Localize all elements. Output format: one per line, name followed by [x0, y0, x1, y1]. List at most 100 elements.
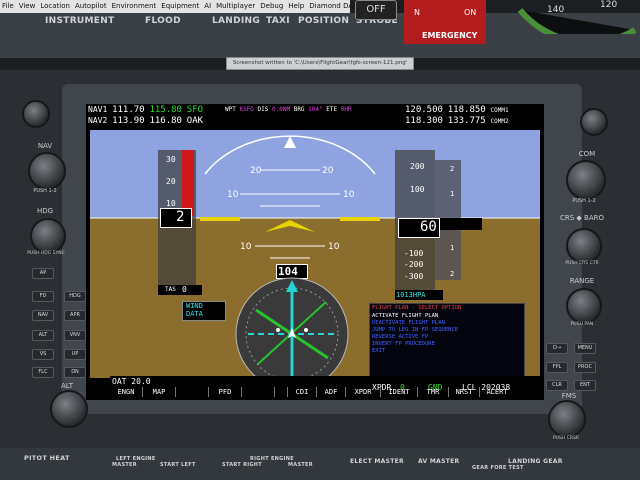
- fms-knob[interactable]: [548, 400, 586, 438]
- softkey-blank[interactable]: [176, 387, 209, 397]
- tas-label: TAS: [165, 286, 176, 293]
- clr-button[interactable]: CLR: [546, 380, 568, 391]
- softkey-blank[interactable]: [275, 387, 288, 397]
- direct-to-button[interactable]: D→: [546, 343, 568, 354]
- hdg-button[interactable]: HDG: [64, 291, 86, 302]
- softkey-map[interactable]: MAP: [143, 387, 176, 397]
- com1-active-freq[interactable]: 120.500: [405, 105, 443, 115]
- hdg-push-label: PUSH HDG SYNC: [27, 251, 65, 256]
- apr-button[interactable]: APR: [64, 310, 86, 321]
- softkey-engn[interactable]: ENGN: [110, 387, 143, 397]
- alt-knob[interactable]: [50, 390, 88, 428]
- nav-knob-label: NAV: [37, 142, 53, 150]
- nav1-ident: SFO: [186, 105, 204, 115]
- softkey-blank[interactable]: [242, 387, 275, 397]
- crs-baro-knob[interactable]: [566, 228, 602, 264]
- fd-button[interactable]: FD: [32, 291, 54, 302]
- fp-menu-activate[interactable]: ACTIVATE FLIGHT PLAN: [372, 313, 438, 319]
- brg-value: 104°: [308, 106, 323, 113]
- com-volume-knob[interactable]: [580, 108, 608, 136]
- softkey-cdi[interactable]: CDI: [288, 387, 317, 397]
- menu-view[interactable]: View: [19, 2, 36, 10]
- strobe-switch[interactable]: OFF: [355, 0, 397, 20]
- altitude-tick: 200: [410, 162, 425, 171]
- menu-environment[interactable]: Environment: [112, 2, 157, 10]
- vnv-button[interactable]: VNV: [64, 330, 86, 341]
- airspeed-tick: 30: [166, 155, 176, 164]
- dn-button[interactable]: DN: [64, 367, 86, 378]
- nav2-active-freq[interactable]: 113.90: [112, 116, 145, 126]
- menu-debug[interactable]: Debug: [260, 2, 283, 10]
- airspeed-tick: 10: [166, 199, 176, 208]
- nav-button[interactable]: NAV: [32, 310, 54, 321]
- vsi-tick: 1: [450, 244, 455, 252]
- menu-location[interactable]: Location: [40, 2, 70, 10]
- menu-equipment[interactable]: Equipment: [161, 2, 199, 10]
- baro-setting[interactable]: 1013HPA: [396, 291, 426, 299]
- menu-ai[interactable]: AI: [204, 2, 211, 10]
- softkey-pfd[interactable]: PFD: [209, 387, 242, 397]
- nav-push-label: PUSH 1-2: [33, 188, 57, 194]
- menu-bar: File View Location Autopilot Environment Equi…: [0, 0, 350, 13]
- gauge-tick: 140: [547, 5, 564, 15]
- vsi-pointer: [440, 218, 482, 230]
- fp-menu-option[interactable]: EXIT: [372, 348, 385, 354]
- up-button[interactable]: UP: [64, 349, 86, 360]
- fms-push-label: PUSH CRSR: [553, 436, 579, 441]
- right-master-label: MASTER: [288, 462, 313, 468]
- wpt-value: KSFO: [239, 106, 254, 113]
- softkey-ident[interactable]: IDENT: [381, 387, 418, 397]
- emergency-switch-panel[interactable]: N ON EMERGENCY: [404, 0, 486, 44]
- fp-menu-option[interactable]: JUMP TO LEG IN FP SEQUENCE: [372, 327, 458, 333]
- instrument-switch-label: INSTRUMENT: [45, 16, 115, 26]
- volume-knob[interactable]: [22, 100, 50, 128]
- menu-help[interactable]: Help: [288, 2, 304, 10]
- softkey-tmr[interactable]: TMR: [418, 387, 449, 397]
- fp-menu-option[interactable]: DEACTIVATE FLIGHT PLAN: [372, 320, 445, 326]
- hdg-knob-label: HDG: [36, 207, 54, 215]
- com2-active-freq[interactable]: 118.300: [405, 116, 443, 126]
- nav2-standby-freq[interactable]: 116.80: [149, 116, 182, 126]
- menu-aircraft[interactable]: Diamond DA 42 Twin Star: [309, 2, 350, 10]
- alt-button[interactable]: ALT: [32, 330, 54, 341]
- menu-multiplayer[interactable]: Multiplayer: [216, 2, 255, 10]
- emergency-n-label: N: [414, 8, 420, 17]
- altitude-tick: -300: [404, 272, 424, 281]
- softkey-nrst[interactable]: NRST: [449, 387, 480, 397]
- ent-button[interactable]: ENT: [574, 380, 596, 391]
- nav-knob[interactable]: [28, 152, 66, 190]
- emergency-on-label: ON: [464, 8, 477, 17]
- airspeed-gauge: 140 120: [517, 0, 637, 34]
- oat-readout: OAT 20.0: [112, 377, 151, 386]
- softkey-xpdr[interactable]: XPDR: [346, 387, 381, 397]
- flc-button[interactable]: FLC: [32, 367, 54, 378]
- com1-standby-freq[interactable]: 118.850: [448, 105, 486, 115]
- menu-file[interactable]: File: [2, 2, 14, 10]
- fms-knob-label: FMS: [561, 392, 577, 400]
- vs-button[interactable]: VS: [32, 349, 54, 360]
- ap-button[interactable]: AP: [32, 268, 54, 279]
- softkey-adf[interactable]: ADF: [317, 387, 346, 397]
- flood-switch-label: FLOOD: [145, 16, 181, 26]
- nav1-row: NAV1 111.70 115.80 SFO: [88, 105, 203, 115]
- nav1-active-freq[interactable]: 111.70: [112, 105, 145, 115]
- range-knob-label: RANGE: [569, 277, 595, 285]
- proc-button[interactable]: PROC: [574, 362, 596, 373]
- screenshot-notification: Screenshot written to 'C:\Users\FlightGe…: [226, 57, 414, 70]
- softkey-alert[interactable]: ALERT: [480, 387, 514, 397]
- nav2-row: NAV2 113.90 116.80 OAK: [88, 116, 203, 126]
- fp-menu-option[interactable]: INVERT FP PROCEDURE: [372, 341, 435, 347]
- av-master-label: AV MASTER: [418, 458, 460, 465]
- range-knob[interactable]: [566, 288, 602, 324]
- tas-value: 0: [182, 285, 187, 294]
- com-knob[interactable]: [566, 160, 606, 200]
- menu-button[interactable]: MENU: [574, 343, 596, 354]
- menu-autopilot[interactable]: Autopilot: [75, 2, 107, 10]
- com2-standby-freq[interactable]: 133.775: [448, 116, 486, 126]
- ete-label: ETE: [326, 106, 338, 113]
- fp-menu-option[interactable]: REVERSE ACTIVE FP: [372, 334, 428, 340]
- hdg-knob[interactable]: [30, 218, 66, 254]
- airspeed-readout: 2: [176, 209, 185, 225]
- nav1-standby-freq[interactable]: 115.80: [149, 105, 182, 115]
- fpl-button[interactable]: FPL: [546, 362, 568, 373]
